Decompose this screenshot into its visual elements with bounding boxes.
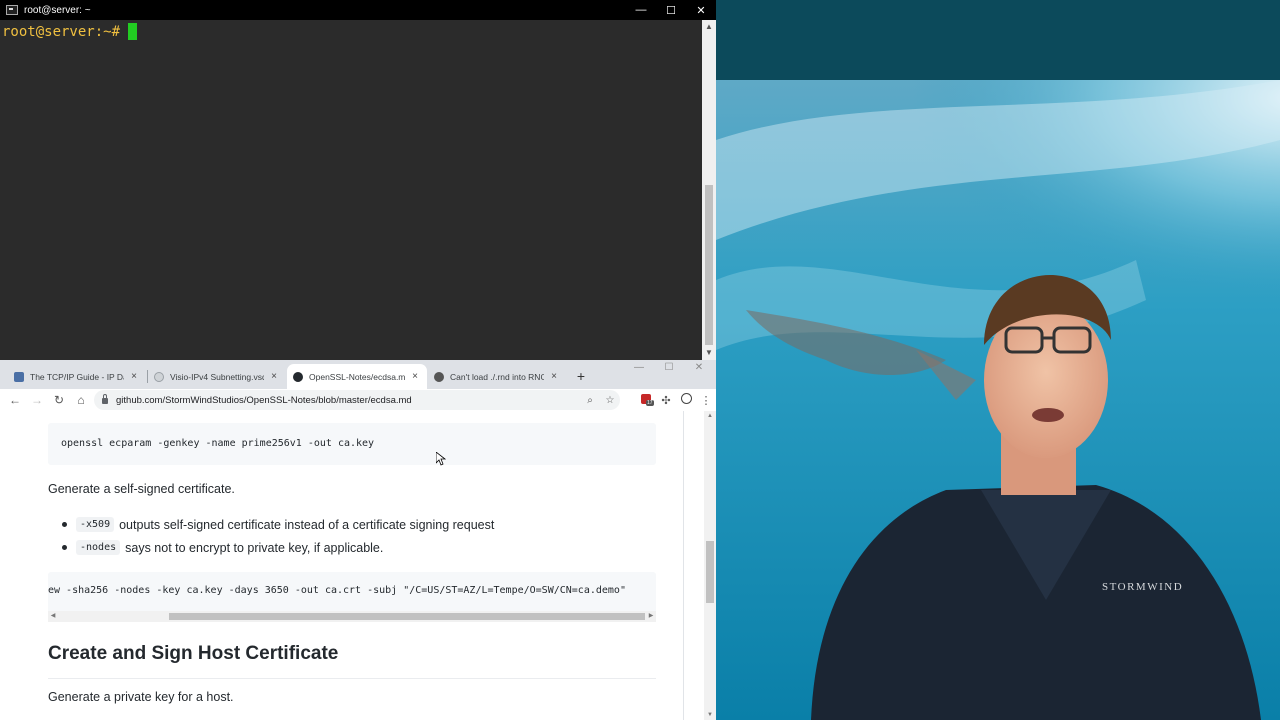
forward-arrow-icon[interactable]: → [26, 393, 48, 407]
tab-label: Can't load ./.rnd into RNG [450, 371, 544, 382]
list-item: -x509 outputs self-signed certificate in… [62, 513, 494, 536]
terminal-titlebar: root@server: ~ — ☐ ✕ [0, 0, 716, 20]
terminal-title: root@server: ~ [24, 4, 91, 16]
scroll-down-arrow-icon[interactable]: ▼ [704, 712, 716, 718]
browser-window: The TCP/IP Guide - IP Data × Visio-IPv4 … [0, 360, 716, 720]
puzzle-extensions-icon[interactable]: ✣ [656, 394, 676, 407]
paragraph-self-signed: Generate a self-signed certificate. [48, 482, 235, 496]
tab-label: The TCP/IP Guide - IP Data [30, 371, 124, 382]
new-tab-button[interactable]: + [574, 368, 588, 384]
tab-rnd-error[interactable]: Can't load ./.rnd into RNG × [428, 364, 566, 389]
list-item-text: says not to encrypt to private key, if a… [125, 540, 384, 555]
menu-kebab-icon[interactable]: ⋮ [696, 394, 716, 407]
scroll-right-arrow-icon[interactable]: ▶ [646, 611, 656, 622]
terminal-app-icon [6, 5, 18, 15]
tab-label: Visio-IPv4 Subnetting.vsd [170, 371, 264, 382]
tcpip-favicon-icon [14, 371, 24, 382]
reload-icon[interactable]: ↻ [48, 393, 70, 407]
terminal-window[interactable]: root@server: ~ — ☐ ✕ root@server:~# ▲ ▼ [0, 0, 717, 360]
address-bar[interactable]: github.com/StormWindStudios/OpenSSL-Note… [94, 390, 620, 410]
terminal-cursor [128, 23, 138, 40]
browser-maximize-button[interactable]: ☐ [654, 362, 684, 373]
github-icon [293, 371, 303, 382]
scroll-up-arrow-icon[interactable]: ▲ [702, 20, 716, 34]
vertical-scroll-thumb[interactable] [706, 541, 714, 603]
tab-tcpip-guide[interactable]: The TCP/IP Guide - IP Data × [8, 364, 146, 389]
code-text: openssl ecparam -genkey -name prime256v1… [61, 438, 375, 449]
close-button[interactable]: ✕ [686, 0, 716, 20]
terminal-scroll-thumb[interactable] [705, 185, 713, 345]
extension-badge: 17 [646, 399, 654, 406]
lock-icon [102, 394, 108, 404]
tab-strip: The TCP/IP Guide - IP Data × Visio-IPv4 … [0, 360, 716, 389]
browser-toolbar: ← → ↻ ⌂ github.com/StormWindStudios/Open… [0, 389, 716, 412]
tab-visio[interactable]: Visio-IPv4 Subnetting.vsd × [148, 364, 286, 389]
inline-code: -nodes [76, 540, 121, 555]
terminal-output[interactable]: root@server:~# [0, 20, 702, 360]
horizontal-scroll-thumb[interactable] [169, 613, 645, 620]
shirt-logo-text: STORMWIND [1102, 581, 1183, 593]
content-border [683, 411, 684, 720]
url-text[interactable]: github.com/StormWindStudios/OpenSSL-Note… [116, 395, 580, 406]
tab-label: OpenSSL-Notes/ecdsa.md [309, 371, 405, 382]
page-vertical-scrollbar[interactable]: ▲ ▼ [704, 411, 716, 720]
scroll-down-arrow-icon[interactable]: ▼ [702, 346, 716, 360]
tab-openssl-notes[interactable]: OpenSSL-Notes/ecdsa.md × [287, 364, 427, 389]
tab-close-icon[interactable]: × [548, 371, 560, 382]
code-block-ecparam[interactable]: openssl ecparam -genkey -name prime256v1… [48, 423, 656, 465]
extension-icon[interactable]: 17 [636, 393, 656, 407]
home-icon[interactable]: ⌂ [70, 393, 92, 407]
page-content[interactable]: openssl ecparam -genkey -name prime256v1… [0, 411, 704, 720]
tab-close-icon[interactable]: × [268, 371, 280, 382]
shell-prompt: root@server:~# [2, 23, 121, 40]
code-text: ew -sha256 -nodes -key ca.key -days 3650… [48, 585, 626, 596]
option-list: -x509 outputs self-signed certificate in… [62, 513, 494, 559]
heading-divider [48, 678, 656, 679]
list-item-text: outputs self-signed certificate instead … [119, 517, 495, 532]
minimize-button[interactable]: — [626, 0, 656, 20]
tab-close-icon[interactable]: × [409, 371, 421, 382]
scroll-left-arrow-icon[interactable]: ◀ [48, 611, 58, 622]
browser-minimize-button[interactable]: — [624, 362, 654, 373]
globe-icon [154, 371, 164, 382]
terminal-scrollbar[interactable]: ▲ ▼ [702, 20, 716, 360]
presenter-video-image: STORMWIND [716, 80, 1280, 720]
webcam-top-background [716, 0, 1280, 80]
list-item: -nodes says not to encrypt to private ke… [62, 536, 494, 559]
back-arrow-icon[interactable]: ← [4, 393, 26, 407]
scroll-up-arrow-icon[interactable]: ▲ [704, 413, 716, 419]
inline-code: -x509 [76, 517, 115, 532]
browser-close-button[interactable]: ✕ [684, 362, 714, 373]
section-heading: Create and Sign Host Certificate [48, 643, 339, 664]
maximize-button[interactable]: ☐ [656, 0, 686, 20]
code-horizontal-scrollbar[interactable]: ◀ ▶ [48, 611, 656, 622]
zoom-icon[interactable]: ⌕ [580, 395, 600, 406]
paragraph-private-key: Generate a private key for a host. [48, 690, 234, 704]
tab-close-icon[interactable]: × [128, 371, 140, 382]
webcam-feed: STORMWIND [716, 0, 1280, 720]
mouse-pointer-icon [436, 452, 446, 466]
github-icon [434, 371, 444, 382]
profile-avatar-icon[interactable] [676, 393, 696, 407]
bookmark-star-icon[interactable]: ☆ [600, 395, 620, 406]
